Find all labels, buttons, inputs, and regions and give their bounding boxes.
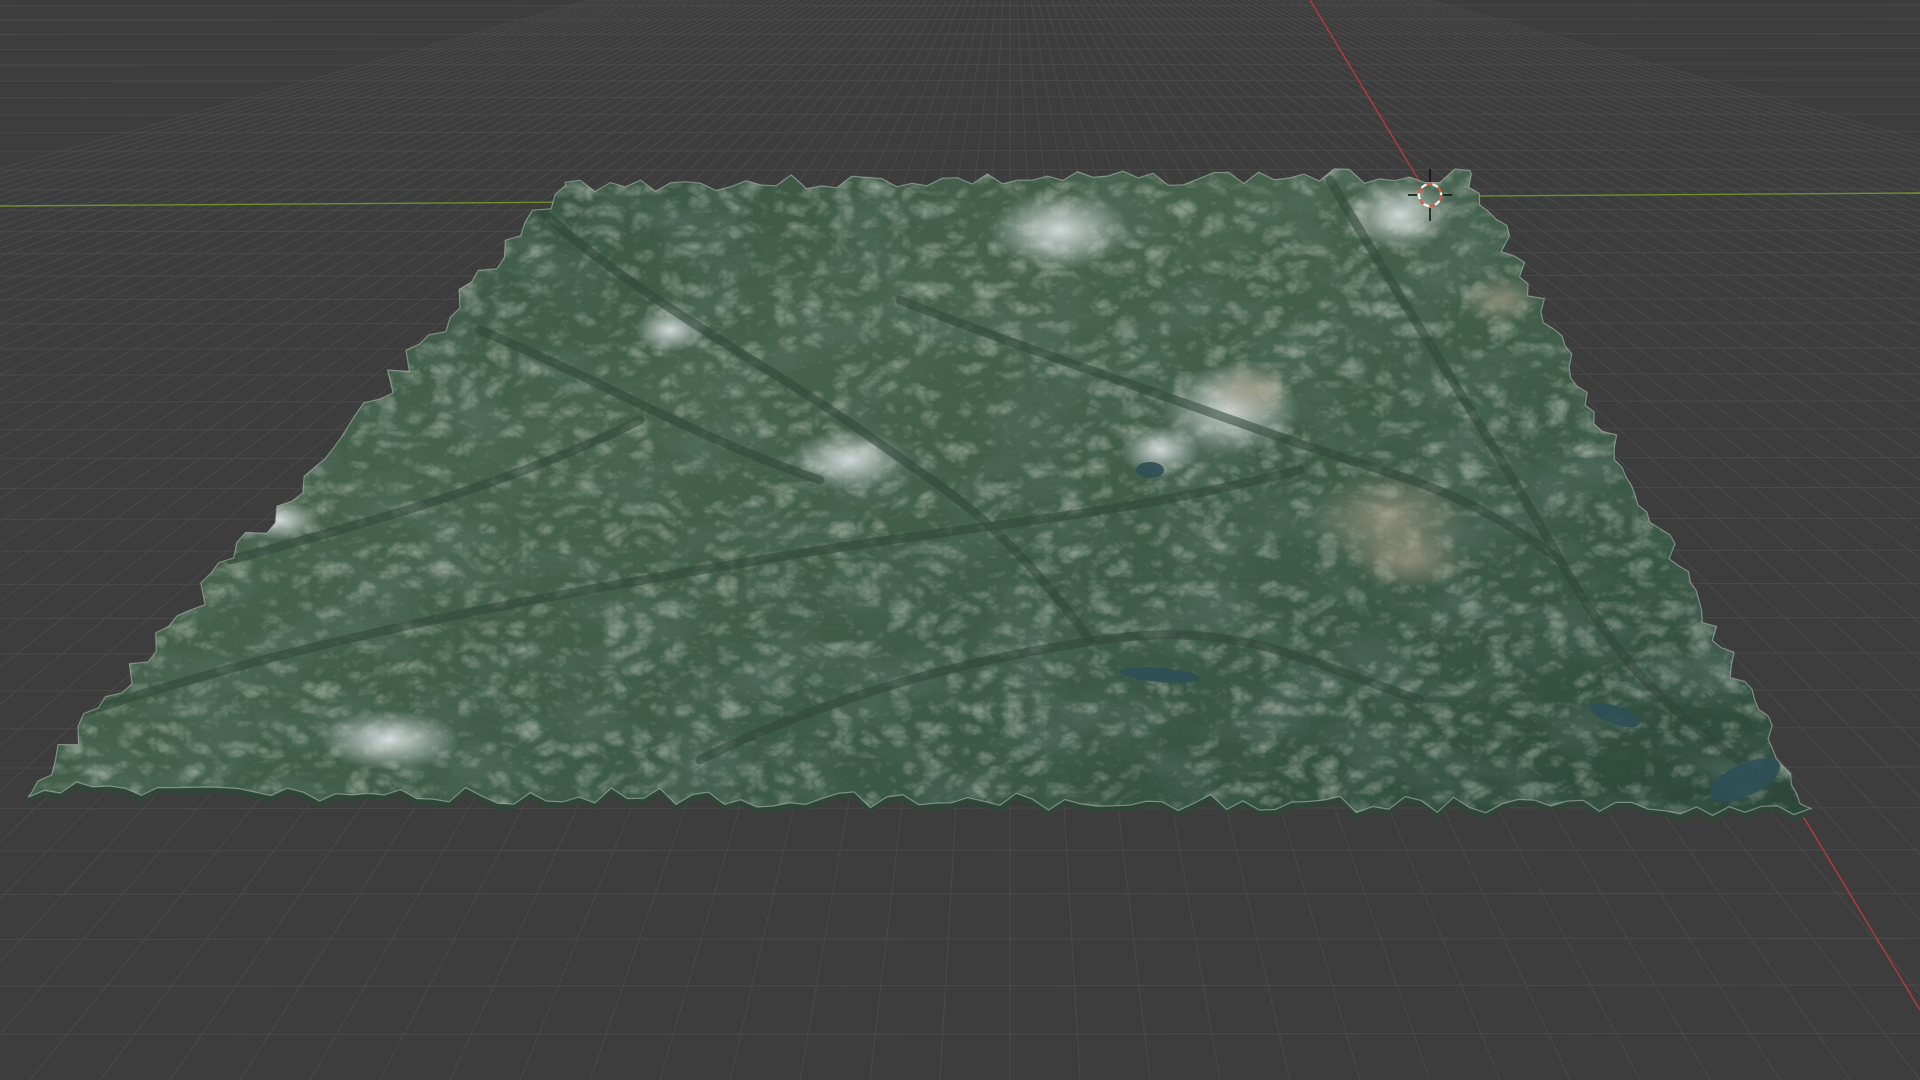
lake <box>1136 462 1164 478</box>
3d-viewport[interactable] <box>0 0 1920 1080</box>
rock-patch <box>1350 530 1470 590</box>
snow-patch <box>635 308 705 352</box>
viewport-scene[interactable] <box>0 0 1920 1080</box>
snow-patch <box>990 190 1130 270</box>
snow-patch <box>790 430 910 490</box>
snow-patch <box>320 710 460 770</box>
